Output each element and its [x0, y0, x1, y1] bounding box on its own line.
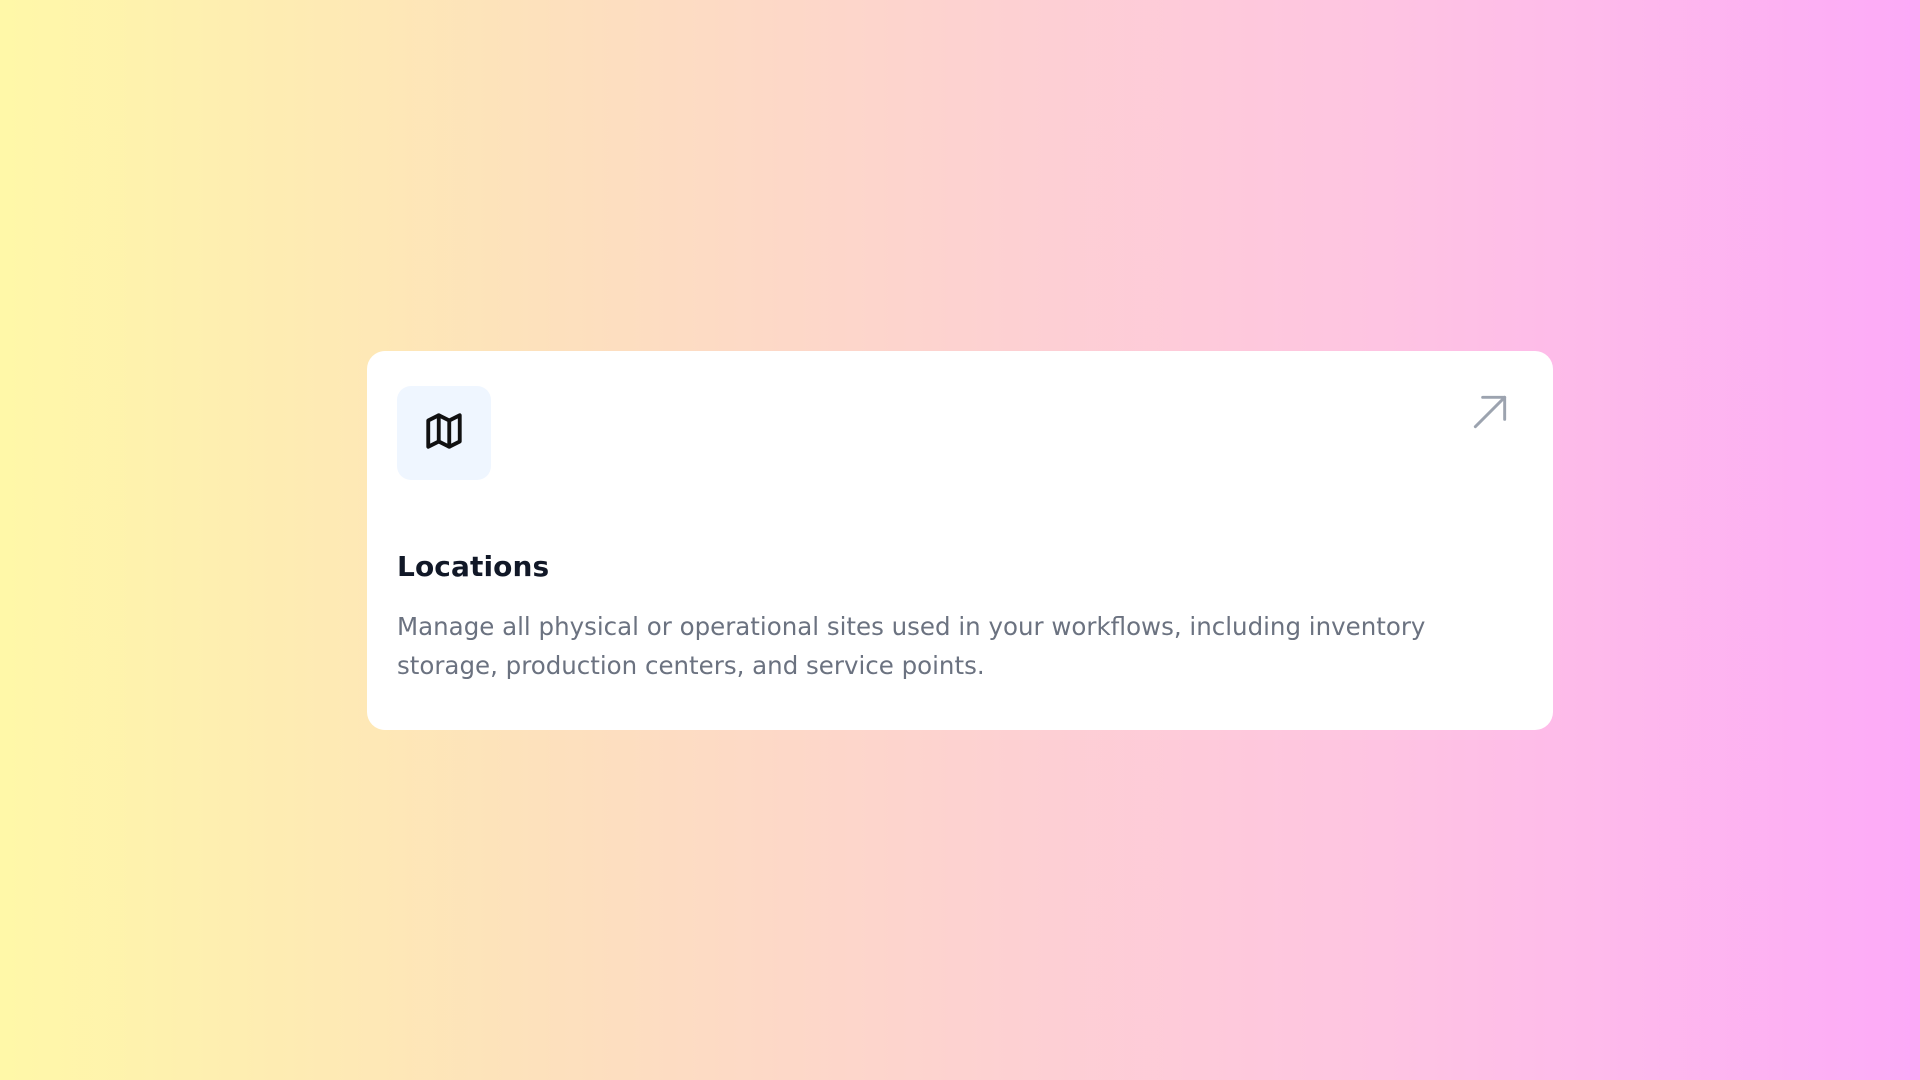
map-icon [423, 410, 465, 456]
locations-card[interactable]: Locations Manage all physical or operati… [367, 351, 1553, 730]
icon-tile [397, 386, 491, 480]
card-description: Manage all physical or operational sites… [397, 612, 1426, 680]
card-title: Locations [397, 550, 550, 583]
arrow-up-right-icon[interactable] [1467, 389, 1513, 435]
